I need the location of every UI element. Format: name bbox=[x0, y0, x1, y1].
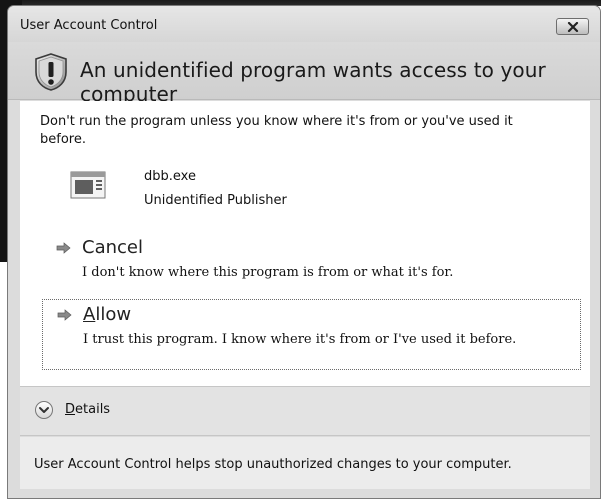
dialog-footer: User Account Control helps stop unauthor… bbox=[20, 437, 590, 489]
allow-description: I trust this program. I know where it's … bbox=[83, 332, 517, 347]
program-name: dbb.exe bbox=[144, 169, 196, 184]
cancel-option[interactable]: Cancel I don't know where this program i… bbox=[42, 233, 581, 304]
arrow-right-icon bbox=[56, 242, 71, 254]
details-bar: Details bbox=[20, 386, 590, 436]
details-link[interactable]: Details bbox=[65, 402, 110, 417]
details-toggle[interactable] bbox=[35, 401, 53, 419]
program-icon bbox=[70, 171, 106, 199]
uac-dialog: User Account Control An unidentified pro… bbox=[7, 5, 601, 499]
cancel-title: Cancel bbox=[82, 237, 143, 258]
footer-text: User Account Control helps stop unauthor… bbox=[34, 457, 512, 472]
close-button[interactable] bbox=[556, 18, 589, 35]
header-title: An unidentified program wants access to … bbox=[80, 58, 546, 106]
cancel-description: I don't know where this program is from … bbox=[82, 265, 454, 280]
chevron-down-icon bbox=[39, 407, 49, 413]
close-icon bbox=[567, 21, 578, 32]
warning-text: Don't run the program unless you know wh… bbox=[40, 114, 513, 147]
allow-option[interactable]: Allow I trust this program. I know where… bbox=[42, 299, 581, 370]
content-panel: Don't run the program unless you know wh… bbox=[20, 101, 590, 386]
details-label-rest: etails bbox=[75, 402, 111, 417]
allow-title: Allow bbox=[83, 304, 131, 325]
dialog-header: An unidentified program wants access to … bbox=[8, 42, 600, 106]
details-access-key: D bbox=[65, 402, 76, 417]
program-publisher: Unidentified Publisher bbox=[144, 193, 287, 208]
shield-icon bbox=[35, 53, 67, 91]
arrow-right-icon bbox=[57, 309, 72, 321]
window-title: User Account Control bbox=[20, 18, 158, 33]
allow-title-rest: llow bbox=[95, 304, 132, 325]
allow-access-key: A bbox=[83, 304, 96, 325]
title-bar: User Account Control bbox=[8, 6, 600, 42]
